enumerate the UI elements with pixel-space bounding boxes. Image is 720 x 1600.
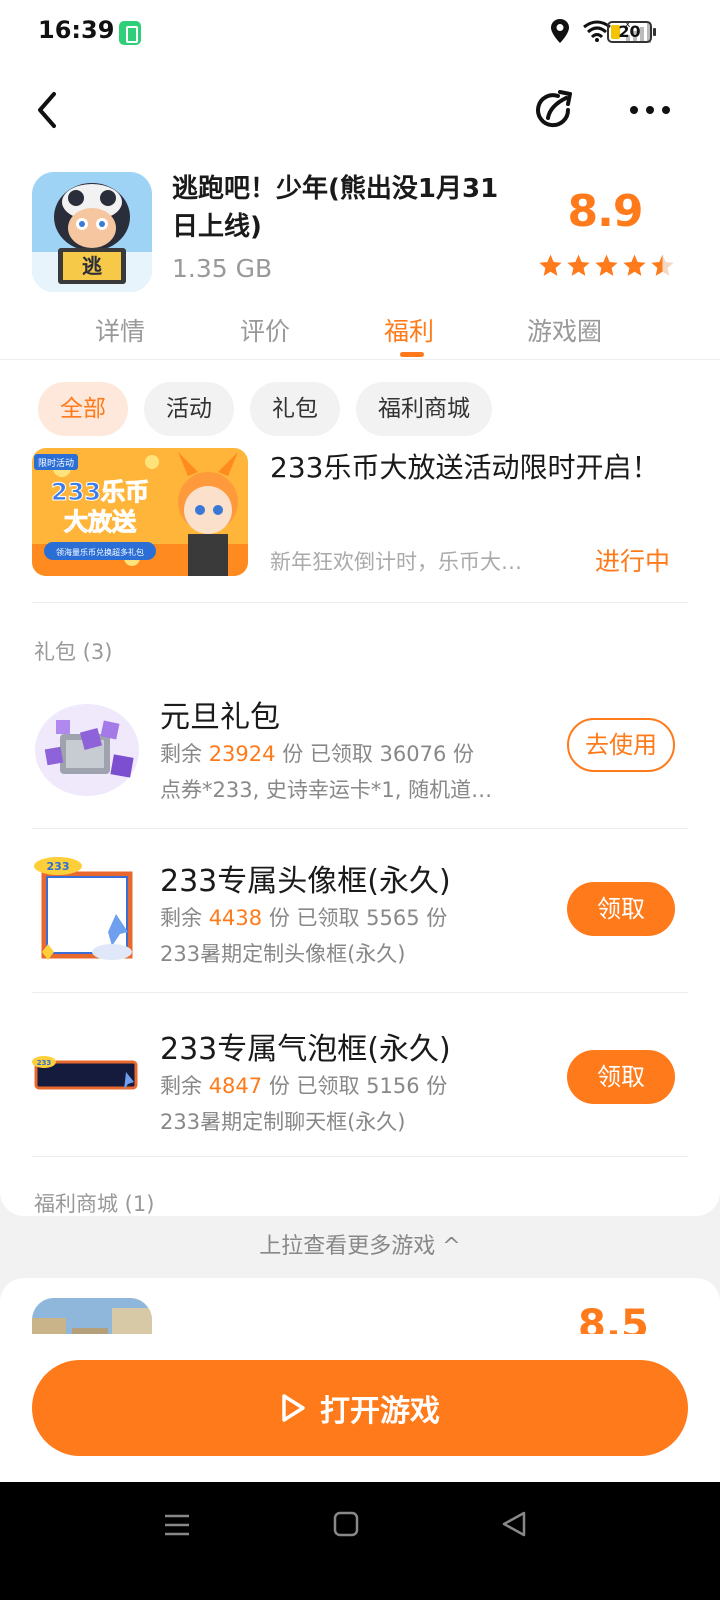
star-icon [567, 254, 590, 276]
nav-back-icon[interactable] [500, 1510, 528, 1538]
share-icon[interactable] [532, 88, 578, 134]
location-icon [551, 19, 569, 43]
chip-shop[interactable]: 福利商城 [356, 382, 492, 436]
status-time: 16:39 [38, 16, 115, 44]
svg-text:233: 233 [37, 1059, 52, 1067]
activity-desc: 新年狂欢倒计时，乐币大… [270, 550, 522, 574]
claim-button[interactable]: 领取 [567, 1050, 675, 1104]
star-icon [595, 254, 618, 276]
welfare-content: 全部 活动 礼包 福利商城 限时活动 233乐币 大放送 领海量乐币兑换超多礼包 [0, 360, 720, 1216]
gift-item: 233 233专属头像框(永久) 剩余 4438 份 已领取 5565 份 23… [32, 856, 688, 1006]
shop-section-label: 福利商城 (1) [34, 1192, 155, 1216]
banner-title-2: 大放送 [64, 508, 137, 536]
gift-thumb [35, 704, 139, 796]
bubble-frame-thumb: 233 [32, 1056, 138, 1090]
menu-icon[interactable] [164, 1512, 190, 1538]
gift-item: 元旦礼包 剩余 23924 份 已领取 36076 份 点券*233, 史诗幸运… [32, 692, 688, 842]
chip-all[interactable]: 全部 [38, 382, 128, 436]
gift-count: 剩余 4438 份 已领取 5565 份 [160, 902, 447, 932]
use-button[interactable]: 去使用 [567, 718, 675, 772]
play-icon [282, 1394, 305, 1422]
star-icon [539, 254, 562, 276]
tab-welfare[interactable]: 福利 [384, 312, 434, 348]
activity-card[interactable]: 限时活动 233乐币 大放送 领海量乐币兑换超多礼包 233乐币大放送活动限时开… [32, 446, 688, 602]
gift-section-label: 礼包 (3) [34, 640, 113, 664]
bottom-bar: 打开游戏 [0, 1334, 720, 1482]
banner-tag: 限时活动 [38, 457, 74, 469]
divider [32, 1156, 688, 1157]
remain-count: 4847 [208, 1074, 263, 1098]
game-header: 逃 逃跑吧！少年(熊出没1月31日上线) 1.35 GB 8.9 详情 评价 福… [0, 64, 720, 360]
more-icon[interactable] [628, 100, 672, 120]
gift-item: 233 233专属气泡框(永久) 剩余 4847 份 已领取 5156 份 23… [32, 1024, 688, 1174]
remain-label: 剩余 [160, 906, 202, 930]
tab-active-indicator [400, 352, 424, 357]
screen: 16:39 x 20 逃 逃跑吧！少年(熊出没1月31日上线) 1.35 GB … [0, 0, 720, 1600]
remain-count: 23924 [208, 742, 276, 766]
chip-activity[interactable]: 活动 [144, 382, 234, 436]
activity-title: 233乐币大放送活动限时开启！ [270, 451, 660, 484]
battery-icon: 20 [607, 21, 656, 43]
claim-button[interactable]: 领取 [567, 882, 675, 936]
banner-sub: 领海量乐币兑换超多礼包 [56, 547, 144, 557]
gift-count: 剩余 4847 份 已领取 5156 份 [160, 1070, 447, 1100]
pull-up-hint[interactable]: 上拉查看更多游戏 ^ [0, 1228, 720, 1260]
rating-stars [538, 253, 675, 278]
game-icon-text: 逃 [82, 254, 103, 278]
tab-reviews[interactable]: 评价 [240, 312, 290, 348]
star-icon [623, 254, 646, 276]
game-size: 1.35 GB [172, 254, 273, 283]
battery-level: 20 [618, 22, 641, 41]
gift-desc: 点券*233, 史诗幸运卡*1, 随机道… [160, 778, 493, 802]
remain-label: 剩余 [160, 1074, 202, 1098]
divider [32, 992, 688, 993]
gift-desc: 233暑期定制头像框(永久) [160, 942, 406, 966]
tab-details[interactable]: 详情 [95, 312, 145, 348]
status-bar: 16:39 x 20 [0, 0, 720, 64]
remain-count: 4438 [208, 906, 263, 930]
divider [32, 828, 688, 829]
claimed-count: 份 已领取 5156 份 [268, 1074, 448, 1098]
claimed-count: 份 已领取 5565 份 [268, 906, 448, 930]
activity-status: 进行中 [594, 547, 670, 576]
rating-score: 8.9 [567, 186, 644, 237]
gift-name: 元旦礼包 [160, 700, 280, 735]
star-half-icon [651, 254, 674, 276]
banner-title-1: 233乐币 [51, 478, 149, 506]
activity-banner: 限时活动 233乐币 大放送 领海量乐币兑换超多礼包 [32, 448, 248, 576]
avatar-frame-thumb: 233 [34, 857, 133, 960]
claimed-count: 份 已领取 36076 份 [282, 742, 475, 766]
game-icon: 逃 [32, 172, 152, 292]
game-title: 逃跑吧！少年(熊出没1月31日上线) [172, 174, 499, 242]
tab-game-circle[interactable]: 游戏圈 [527, 312, 602, 348]
svg-text:233: 233 [47, 860, 70, 873]
gift-desc: 233暑期定制聊天框(永久) [160, 1110, 406, 1134]
remain-label: 剩余 [160, 742, 202, 766]
system-nav-bar [0, 1482, 720, 1600]
back-icon[interactable] [30, 88, 64, 132]
tab-bar: 详情 评价 福利 游戏圈 [0, 308, 720, 360]
gift-count: 剩余 23924 份 已领取 36076 份 [160, 738, 474, 768]
open-game-button[interactable]: 打开游戏 [32, 1360, 688, 1456]
gift-name: 233专属头像框(永久) [160, 864, 451, 899]
chip-gift[interactable]: 礼包 [250, 382, 340, 436]
open-game-label: 打开游戏 [320, 1394, 440, 1429]
filter-chips: 全部 活动 礼包 福利商城 [38, 382, 492, 436]
home-icon[interactable] [333, 1511, 359, 1537]
app-notification-icon [119, 21, 141, 45]
gift-name: 233专属气泡框(永久) [160, 1032, 451, 1067]
divider [32, 602, 688, 603]
